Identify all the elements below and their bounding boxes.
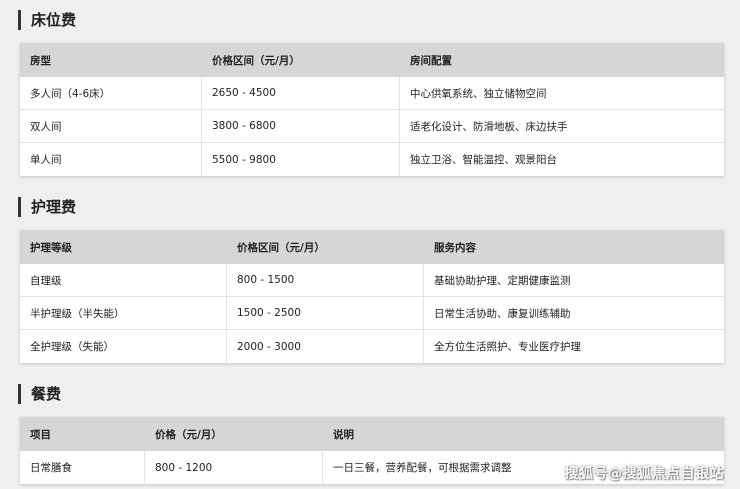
table-cell: 3800 - 6800 [202, 110, 400, 142]
page: 床位费 房型 价格区间（元/月） 房间配置 多人间（4-6床） 2650 - 4… [0, 0, 740, 489]
table-row: 全护理级（失能） 2000 - 3000 全方位生活照护、专业医疗护理 [20, 330, 724, 363]
table-cell: 全护理级（失能） [20, 330, 227, 363]
table-cell: 多人间（4-6床） [20, 77, 202, 109]
table-cell: 800 - 1200 [145, 451, 323, 484]
bed-fee-table: 房型 价格区间（元/月） 房间配置 多人间（4-6床） 2650 - 4500 … [20, 43, 724, 176]
table-cell: 800 - 1500 [227, 264, 424, 296]
table-row: 多人间（4-6床） 2650 - 4500 中心供氧系统、独立储物空间 [20, 77, 724, 110]
table-cell: 半护理级（半失能） [20, 297, 227, 329]
section-title-meal-fee: 餐费 [18, 384, 61, 404]
table-cell: 5500 - 9800 [202, 143, 400, 176]
column-header-room-config: 房间配置 [410, 54, 452, 67]
table-header-row: 护理等级 价格区间（元/月） 服务内容 [20, 230, 724, 264]
table-cell: 1500 - 2500 [227, 297, 424, 329]
table-row: 单人间 5500 - 9800 独立卫浴、智能温控、观景阳台 [20, 143, 724, 176]
column-header-service-content: 服务内容 [434, 241, 476, 254]
table-header-row: 房型 价格区间（元/月） 房间配置 [20, 43, 724, 77]
section-title-bed-fee: 床位费 [18, 10, 76, 30]
column-header-room-type: 房型 [30, 54, 51, 67]
table-cell: 适老化设计、防滑地板、床边扶手 [410, 120, 568, 133]
table-cell: 2650 - 4500 [202, 77, 400, 109]
table-cell: 自理级 [20, 264, 227, 296]
table-cell: 日常膳食 [20, 451, 145, 484]
table-cell: 基础协助护理、定期健康监测 [434, 274, 571, 287]
column-header-care-level: 护理等级 [30, 241, 72, 254]
table-cell: 双人间 [20, 110, 202, 142]
table-row: 半护理级（半失能） 1500 - 2500 日常生活协助、康复训练辅助 [20, 297, 724, 330]
table-header-row: 项目 价格（元/月） 说明 [20, 417, 724, 451]
table-cell: 单人间 [20, 143, 202, 176]
table-cell: 全方位生活照护、专业医疗护理 [434, 341, 581, 353]
column-header-price-range: 价格区间（元/月） [237, 241, 325, 254]
nursing-fee-table: 护理等级 价格区间（元/月） 服务内容 自理级 800 - 1500 基础协助护… [20, 230, 724, 363]
table-row: 双人间 3800 - 6800 适老化设计、防滑地板、床边扶手 [20, 110, 724, 143]
table-row: 自理级 800 - 1500 基础协助护理、定期健康监测 [20, 264, 724, 297]
column-header-price: 价格（元/月） [155, 428, 222, 441]
table-cell: 中心供氧系统、独立储物空间 [410, 87, 547, 100]
table-cell: 日常生活协助、康复训练辅助 [434, 307, 571, 320]
section-title-nursing-fee: 护理费 [18, 197, 76, 217]
table-cell: 独立卫浴、智能温控、观景阳台 [410, 154, 557, 166]
column-header-item: 项目 [30, 428, 51, 441]
column-header-description: 说明 [333, 428, 354, 441]
column-header-price-range: 价格区间（元/月） [212, 54, 300, 67]
table-cell: 2000 - 3000 [227, 330, 424, 363]
watermark: 搜狐号@搜狐焦点自银站 [564, 466, 724, 482]
